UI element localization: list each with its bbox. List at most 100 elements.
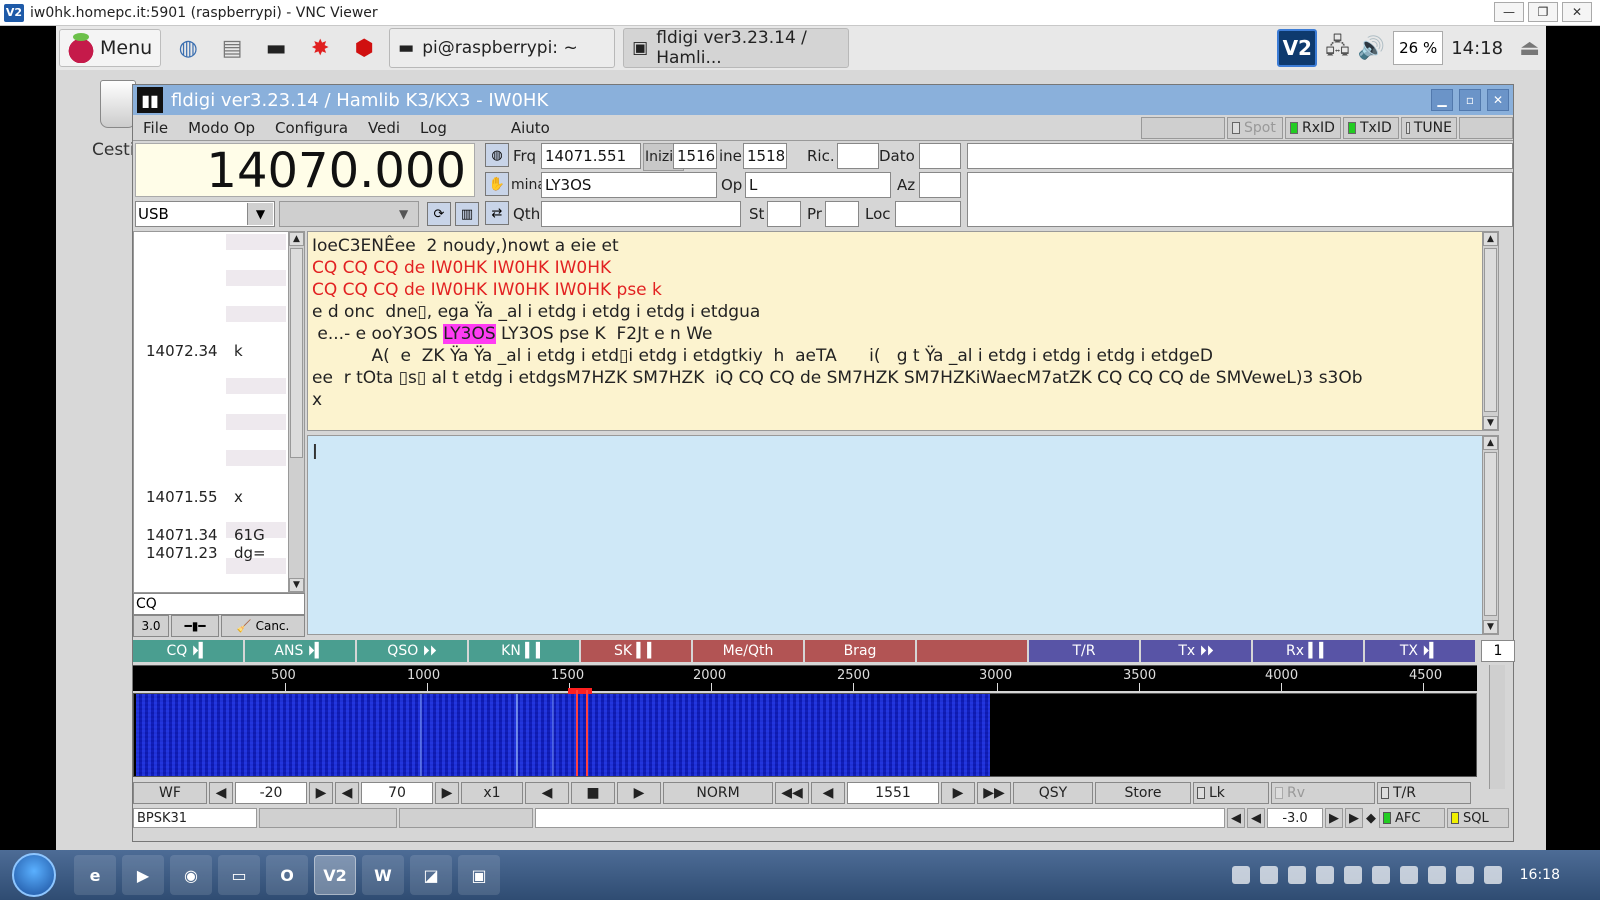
fast-left-icon[interactable]: ◀◀ — [775, 782, 809, 804]
photo-app-icon[interactable]: ▣ — [458, 855, 500, 895]
macro-qso[interactable]: QSO ⏵⏵ — [357, 640, 467, 662]
generic-app-icon[interactable]: ◪ — [410, 855, 452, 895]
az-field[interactable] — [919, 172, 961, 198]
list-item[interactable]: 14071.23 dg= — [134, 544, 286, 562]
scroll-down-icon[interactable]: ▼ — [1483, 416, 1498, 430]
signal-browser[interactable]: 14072.34 k 14071.55 x 14071.34 61G 14071… — [133, 231, 305, 593]
tr-toggle[interactable]: T/R — [1377, 782, 1471, 804]
notes-field-top[interactable] — [967, 143, 1513, 169]
outlook-icon[interactable]: O — [266, 855, 308, 895]
op-field[interactable]: L — [745, 172, 891, 198]
tuning-marker[interactable] — [568, 688, 592, 694]
chrome-icon[interactable]: ◉ — [170, 855, 212, 895]
macro-empty[interactable] — [917, 640, 1027, 662]
tx-text-pane[interactable]: I ▲ ▼ — [307, 435, 1499, 635]
media-player-icon[interactable]: ▶ — [122, 855, 164, 895]
rig-settings-icon[interactable]: ▥ — [455, 202, 479, 226]
arrow-left-icon[interactable]: ◀ — [209, 782, 233, 804]
web-browser-icon[interactable]: ◍ — [171, 31, 205, 65]
bandwidth-selector[interactable] — [279, 201, 419, 227]
security-icon[interactable] — [1231, 866, 1250, 884]
globe-icon[interactable]: ◍ — [485, 143, 509, 167]
tuning-cursor[interactable] — [576, 690, 578, 776]
arrow-left-icon[interactable]: ◀ — [1247, 808, 1265, 828]
close-icon[interactable]: ✕ — [1562, 2, 1592, 22]
ref-level-field[interactable]: -20 — [235, 782, 307, 804]
macro-tr[interactable]: T/R — [1029, 640, 1139, 662]
rx-scrollbar[interactable]: ▲ ▼ — [1482, 232, 1498, 430]
network-icon[interactable] — [1455, 866, 1474, 884]
scroll-up-icon[interactable]: ▲ — [1483, 232, 1498, 246]
sql-toggle[interactable]: SQL — [1447, 808, 1509, 828]
call-field[interactable]: LY3OS — [541, 172, 717, 198]
fast-left-icon[interactable]: ◀ — [1227, 808, 1245, 828]
list-item[interactable]: 14072.34 k — [134, 342, 286, 360]
file-manager-icon[interactable]: ▤ — [215, 31, 249, 65]
dato-field[interactable] — [919, 143, 961, 169]
pen-icon[interactable] — [1371, 866, 1390, 884]
macro-tx[interactable]: Tx ⏵⏵ — [1141, 640, 1251, 662]
menu-aiuto[interactable]: Aiuto — [501, 119, 560, 137]
inizio-field[interactable]: 1516 — [673, 143, 717, 169]
mode-status[interactable]: BPSK31 — [133, 808, 257, 828]
ric-field[interactable] — [837, 143, 879, 169]
zoom-button[interactable]: x1 — [461, 782, 523, 804]
frequency-ruler[interactable]: 500 1000 1500 2000 2500 3000 3500 4000 4… — [133, 665, 1477, 691]
browser-search-input[interactable]: CQ — [133, 593, 305, 615]
arrow-right-icon[interactable]: ▶ — [309, 782, 333, 804]
range-field[interactable]: 70 — [361, 782, 433, 804]
fine-field[interactable]: 1518 — [743, 143, 787, 169]
waterfall-scrollbar[interactable] — [1489, 665, 1505, 789]
ie-icon[interactable]: e — [74, 855, 116, 895]
store-button[interactable]: Store — [1095, 782, 1191, 804]
explorer-icon[interactable]: ▭ — [218, 855, 260, 895]
minimize-icon[interactable]: ▁ — [1431, 89, 1453, 111]
list-item[interactable]: 14071.55 x — [134, 488, 286, 506]
qth-field[interactable] — [541, 201, 741, 227]
scroll-down-icon[interactable]: ▼ — [289, 578, 304, 592]
math-kernel-icon[interactable]: ✸ — [303, 31, 337, 65]
macro-me-qth[interactable]: Me/Qth — [693, 640, 803, 662]
restore-icon[interactable]: ❐ — [1528, 2, 1558, 22]
scroll-thumb[interactable] — [1484, 452, 1497, 616]
vnc-viewer-icon[interactable]: V2 — [314, 855, 356, 895]
scroll-up-icon[interactable]: ▲ — [289, 232, 304, 246]
pi-menu-button[interactable]: Menu — [59, 29, 162, 67]
afc-toggle[interactable]: AFC — [1379, 808, 1445, 828]
volume-icon[interactable]: 🔊 — [1358, 36, 1385, 61]
minimize-icon[interactable]: — — [1494, 2, 1524, 22]
frequency-display[interactable]: 14070.000 — [135, 143, 475, 198]
offset-field[interactable]: -3.0 — [1267, 808, 1323, 828]
macro-cq[interactable]: CQ ⏵▍ — [133, 640, 243, 662]
scroll-thumb[interactable] — [290, 248, 303, 458]
taskbar-fldigi[interactable]: ▣ fldigi ver3.23.14 / Hamli... — [623, 28, 850, 68]
bluetooth-icon[interactable] — [1315, 866, 1334, 884]
menu-file[interactable]: File — [133, 119, 178, 137]
notes-field[interactable] — [967, 172, 1513, 227]
wolfram-icon[interactable]: ⬢ — [347, 31, 381, 65]
terminal-icon[interactable]: ▬ — [259, 31, 293, 65]
macro-rx[interactable]: Rx ▍▍ — [1253, 640, 1363, 662]
arrow-right-icon[interactable]: ▶ — [617, 782, 661, 804]
carrier-freq-field[interactable]: 1551 — [847, 782, 939, 804]
rx-text-pane[interactable]: IoeC3ENÊee 2 noudy,)nowt a eie et CQ CQ … — [307, 231, 1499, 431]
spot-toggle[interactable]: Spot — [1227, 117, 1283, 139]
macro-set-number[interactable]: 1 — [1481, 640, 1515, 662]
volume-icon[interactable] — [1343, 866, 1362, 884]
arrow-right-icon[interactable]: ▶ — [941, 782, 975, 804]
macro-sk[interactable]: SK ▍▍ — [581, 640, 691, 662]
taskbar-clock[interactable]: 16:18 — [1520, 867, 1560, 883]
tray-app-icon[interactable] — [1259, 866, 1278, 884]
start-button[interactable] — [12, 853, 56, 897]
scroll-thumb[interactable] — [1484, 248, 1497, 412]
chevron-down-icon[interactable]: ▼ — [247, 203, 273, 225]
list-item[interactable]: 14071.34 61G — [134, 526, 286, 544]
cancel-button[interactable]: 🧹 Canc. — [221, 615, 305, 637]
macro-ans[interactable]: ANS ⏵▍ — [245, 640, 355, 662]
menu-vedi[interactable]: Vedi — [358, 119, 410, 137]
arrow-right-icon[interactable]: ▶ — [1325, 808, 1343, 828]
chevron-down-icon[interactable]: ▼ — [399, 207, 408, 221]
qsy-button[interactable]: QSY — [1013, 782, 1093, 804]
speed-button[interactable]: NORM — [663, 782, 773, 804]
taskbar-terminal[interactable]: ▬ pi@raspberrypi: ~ — [389, 28, 616, 68]
